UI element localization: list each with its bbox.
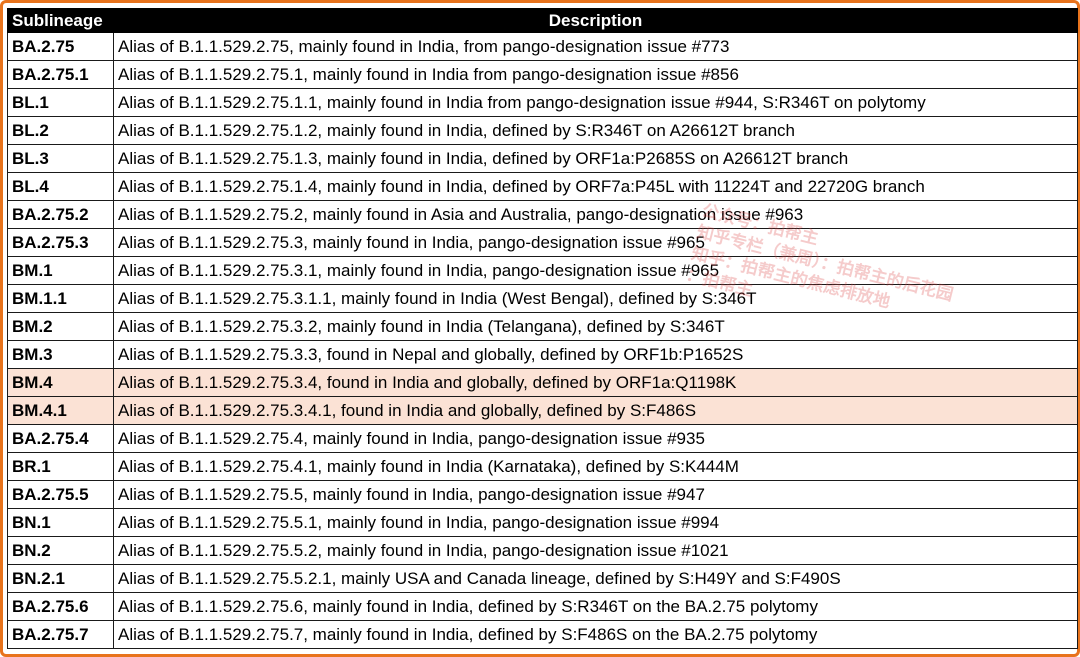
table-row: BN.2.1 Alias of B.1.1.529.2.75.5.2.1, mai… — [7, 564, 1078, 593]
description-cell: Alias of B.1.1.529.2.75.5.1, mainly foun… — [113, 508, 1078, 537]
table-header-row: Sublineage Description — [7, 8, 1078, 33]
description-cell: Alias of B.1.1.529.2.75, mainly found in… — [113, 32, 1078, 61]
sublineage-cell: BL.4 — [7, 172, 114, 201]
table-row: BL.1 Alias of B.1.1.529.2.75.1.1, mainly … — [7, 88, 1078, 117]
sublineage-cell: BN.2.1 — [7, 564, 114, 593]
description-cell: Alias of B.1.1.529.2.75.7, mainly found … — [113, 620, 1078, 649]
table-row: BL.4 Alias of B.1.1.529.2.75.1.4, mainly … — [7, 172, 1078, 201]
table-row: BM.1.1 Alias of B.1.1.529.2.75.3.1.1, mai… — [7, 284, 1078, 313]
description-cell: Alias of B.1.1.529.2.75.4, mainly found … — [113, 424, 1078, 453]
description-cell: Alias of B.1.1.529.2.75.3.1, mainly foun… — [113, 256, 1078, 285]
table-row: BA.2.75.6 Alias of B.1.1.529.2.75.6, main… — [7, 592, 1078, 621]
description-cell: Alias of B.1.1.529.2.75.3.1.1, mainly fo… — [113, 284, 1078, 313]
description-cell: Alias of B.1.1.529.2.75.1, mainly found … — [113, 60, 1078, 89]
table-row: BL.3 Alias of B.1.1.529.2.75.1.3, mainly … — [7, 144, 1078, 173]
description-cell: Alias of B.1.1.529.2.75.3, mainly found … — [113, 228, 1078, 257]
sublineage-cell: BR.1 — [7, 452, 114, 481]
table-row: BA.2.75.4 Alias of B.1.1.529.2.75.4, main… — [7, 424, 1078, 453]
sublineage-cell: BA.2.75.4 — [7, 424, 114, 453]
description-cell: Alias of B.1.1.529.2.75.5.2.1, mainly US… — [113, 564, 1078, 593]
table-row: BA.2.75.1 Alias of B.1.1.529.2.75.1, main… — [7, 60, 1078, 89]
description-cell: Alias of B.1.1.529.2.75.5.2, mainly foun… — [113, 536, 1078, 565]
table-row: BR.1 Alias of B.1.1.529.2.75.4.1, mainly … — [7, 452, 1078, 481]
sublineage-cell: BL.1 — [7, 88, 114, 117]
header-description: Description — [113, 8, 1078, 33]
table-row: BL.2 Alias of B.1.1.529.2.75.1.2, mainly … — [7, 116, 1078, 145]
sublineage-table: Sublineage Description BA.2.75 Alias of B… — [7, 8, 1078, 649]
description-cell: Alias of B.1.1.529.2.75.3.3, found in Ne… — [113, 340, 1078, 369]
sublineage-cell: BL.2 — [7, 116, 114, 145]
sublineage-cell: BA.2.75.1 — [7, 60, 114, 89]
table-row: BA.2.75.2 Alias of B.1.1.529.2.75.2, main… — [7, 200, 1078, 229]
header-sublineage: Sublineage — [7, 8, 114, 33]
description-cell: Alias of B.1.1.529.2.75.1.3, mainly foun… — [113, 144, 1078, 173]
description-cell: Alias of B.1.1.529.2.75.1.2, mainly foun… — [113, 116, 1078, 145]
description-cell: Alias of B.1.1.529.2.75.3.2, mainly foun… — [113, 312, 1078, 341]
table-row: BA.2.75 Alias of B.1.1.529.2.75, mainly f… — [7, 32, 1078, 61]
table-row: BM.2 Alias of B.1.1.529.2.75.3.2, mainly … — [7, 312, 1078, 341]
sublineage-cell: BA.2.75.6 — [7, 592, 114, 621]
table-body: BA.2.75 Alias of B.1.1.529.2.75, mainly f… — [7, 32, 1078, 649]
sublineage-cell: BM.1.1 — [7, 284, 114, 313]
description-cell: Alias of B.1.1.529.2.75.5, mainly found … — [113, 480, 1078, 509]
sublineage-cell: BA.2.75 — [7, 32, 114, 61]
table-row: BM.4.1 Alias of B.1.1.529.2.75.3.4.1, fou… — [7, 396, 1078, 425]
sublineage-cell: BA.2.75.7 — [7, 620, 114, 649]
description-cell: Alias of B.1.1.529.2.75.3.4.1, found in … — [113, 396, 1078, 425]
sublineage-cell: BA.2.75.5 — [7, 480, 114, 509]
description-cell: Alias of B.1.1.529.2.75.3.4, found in In… — [113, 368, 1078, 397]
sublineage-cell: BM.2 — [7, 312, 114, 341]
table-row: BA.2.75.7 Alias of B.1.1.529.2.75.7, main… — [7, 620, 1078, 649]
sublineage-cell: BA.2.75.2 — [7, 200, 114, 229]
table-row: BM.1 Alias of B.1.1.529.2.75.3.1, mainly … — [7, 256, 1078, 285]
description-cell: Alias of B.1.1.529.2.75.4.1, mainly foun… — [113, 452, 1078, 481]
sublineage-cell: BN.2 — [7, 536, 114, 565]
table-row: BN.1 Alias of B.1.1.529.2.75.5.1, mainly … — [7, 508, 1078, 537]
sublineage-cell: BL.3 — [7, 144, 114, 173]
table-frame: Sublineage Description BA.2.75 Alias of B… — [0, 0, 1080, 657]
table-row: BA.2.75.3 Alias of B.1.1.529.2.75.3, main… — [7, 228, 1078, 257]
description-cell: Alias of B.1.1.529.2.75.1.1, mainly foun… — [113, 88, 1078, 117]
sublineage-cell: BM.4 — [7, 368, 114, 397]
sublineage-cell: BM.4.1 — [7, 396, 114, 425]
description-cell: Alias of B.1.1.529.2.75.1.4, mainly foun… — [113, 172, 1078, 201]
description-cell: Alias of B.1.1.529.2.75.6, mainly found … — [113, 592, 1078, 621]
sublineage-cell: BM.1 — [7, 256, 114, 285]
sublineage-cell: BA.2.75.3 — [7, 228, 114, 257]
sublineage-cell: BN.1 — [7, 508, 114, 537]
table-row: BA.2.75.5 Alias of B.1.1.529.2.75.5, main… — [7, 480, 1078, 509]
description-cell: Alias of B.1.1.529.2.75.2, mainly found … — [113, 200, 1078, 229]
sublineage-cell: BM.3 — [7, 340, 114, 369]
table-row: BN.2 Alias of B.1.1.529.2.75.5.2, mainly … — [7, 536, 1078, 565]
table-row: BM.4 Alias of B.1.1.529.2.75.3.4, found i… — [7, 368, 1078, 397]
table-row: BM.3 Alias of B.1.1.529.2.75.3.3, found i… — [7, 340, 1078, 369]
